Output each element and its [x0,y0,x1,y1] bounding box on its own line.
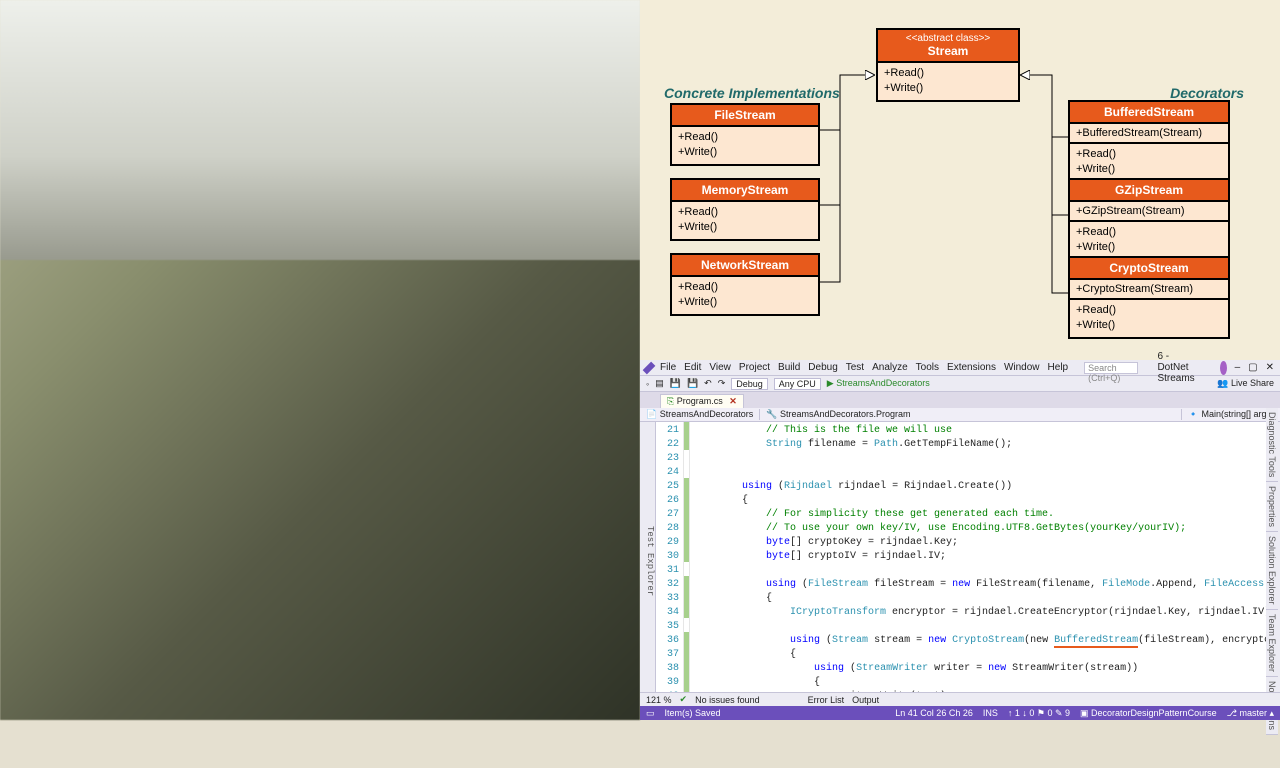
code-line[interactable]: // To use your own key/IV, use Encoding.… [694,522,1280,536]
menu-project[interactable]: Project [739,362,770,373]
status-saved: Item(s) Saved [665,708,721,718]
menu-test[interactable]: Test [846,362,864,373]
editor-tab-bar: ⎘ Program.cs ✕ [640,392,1280,408]
issues-ok-icon: ✔ [680,694,688,705]
uml-abstract-stream: <<abstract class>> Stream +Read()+Write(… [876,28,1020,102]
code-line[interactable] [694,452,1280,466]
live-share-button[interactable]: 👥 Live Share [1217,378,1274,389]
uml-cryptostream: CryptoStream +CryptoStream(Stream) +Read… [1068,256,1230,339]
status-changes[interactable]: ↑ 1 ↓ 0 ⚑ 0 ✎ 9 [1008,708,1070,719]
tab-close-icon[interactable]: ✕ [729,396,737,406]
code-line[interactable]: String filename = Path.GetTempFileName()… [694,438,1280,452]
status-branch[interactable]: ⎇ master ▴ [1227,708,1274,719]
uml-label-left: Concrete Implementations [664,85,840,101]
menu-debug[interactable]: Debug [808,362,837,373]
side-tab-team-explorer[interactable]: Team Explorer [1266,610,1278,677]
uml-gzipstream: GZipStream +GZipStream(Stream) +Read()+W… [1068,178,1230,261]
code-line[interactable]: ICryptoTransform encryptor = rijndael.Cr… [694,606,1280,620]
run-button[interactable]: ▶ StreamsAndDecorators [827,378,930,389]
crumb-namespace[interactable]: 🔧 StreamsAndDecorators.Program [760,409,1181,420]
tab-program-cs[interactable]: ⎘ Program.cs ✕ [660,394,744,408]
nav-breadcrumb: 📄 StreamsAndDecorators 🔧 StreamsAndDecor… [640,408,1280,422]
code-lines[interactable]: // This is the file we will use String f… [690,422,1280,700]
bottom-tab-error-list[interactable]: Error List [808,695,845,705]
vs-menu-bar: File Edit View Project Build Debug Test Analyze… [640,360,1280,376]
code-line[interactable] [694,620,1280,634]
code-line[interactable]: byte[] cryptoIV = rijndael.IV; [694,550,1280,564]
menu-edit[interactable]: Edit [684,362,701,373]
nav-back-icon[interactable]: ◦ [646,379,649,389]
zoom-level[interactable]: 121 % [646,695,672,705]
code-line[interactable]: { [694,676,1280,690]
code-editor[interactable]: Test Explorer 21222324252627282930313233… [640,422,1280,700]
status-ins: INS [983,708,998,718]
save-all-icon[interactable]: 💾 [687,378,698,389]
menu-extensions[interactable]: Extensions [947,362,996,373]
menu-view[interactable]: View [709,362,731,373]
code-line[interactable]: using (Rijndael rijndael = Rijndael.Crea… [694,480,1280,494]
status-repo[interactable]: ▣ DecoratorDesignPatternCourse [1080,708,1217,719]
side-tab-solution-explorer[interactable]: Solution Explorer [1266,532,1278,610]
issues-text[interactable]: No issues found [695,695,760,705]
save-icon[interactable]: 💾 [670,378,681,389]
side-tab-test-explorer[interactable]: Test Explorer [640,422,656,700]
side-tab-diagnostic-tools[interactable]: Diagnostic Tools [1266,408,1278,482]
bottom-tab-output[interactable]: Output [852,695,879,705]
uml-networkstream: NetworkStream +Read()+Write() [670,253,820,316]
editor-footer: 121 % ✔ No issues found Error List Outpu… [640,692,1280,706]
code-line[interactable]: using (FileStream fileStream = new FileS… [694,578,1280,592]
uml-bufferedstream: BufferedStream +BufferedStream(Stream) +… [1068,100,1230,183]
user-avatar-icon[interactable] [1220,361,1227,375]
menu-build[interactable]: Build [778,362,800,373]
vs-search-box[interactable]: Search (Ctrl+Q) [1084,362,1138,374]
minimize-icon[interactable]: – [1235,362,1241,373]
code-line[interactable] [694,466,1280,480]
code-line[interactable] [694,564,1280,578]
new-file-icon[interactable]: ▤ [655,378,664,389]
code-line[interactable]: { [694,592,1280,606]
status-save-icon: ▭ [646,708,655,719]
code-line[interactable]: using (Stream stream = new CryptoStream(… [694,634,1280,648]
uml-methods: +Read()+Write() [878,63,1018,100]
code-line[interactable]: { [694,494,1280,508]
menu-tools[interactable]: Tools [916,362,939,373]
code-line[interactable]: using (StreamWriter writer = new StreamW… [694,662,1280,676]
code-line[interactable]: { [694,648,1280,662]
close-icon[interactable]: ✕ [1266,362,1274,373]
code-line[interactable]: // This is the file we will use [694,424,1280,438]
visual-studio-window: File Edit View Project Build Debug Test Analyze… [640,360,1280,720]
vs-solution-name: 6 - DotNet Streams [1157,351,1200,384]
promo-photo [0,0,640,720]
side-tab-properties[interactable]: Properties [1266,482,1278,532]
menu-window[interactable]: Window [1004,362,1040,373]
uml-class-name: Stream [882,44,1014,58]
code-line[interactable]: // For simplicity these get generated ea… [694,508,1280,522]
uml-diagram: Concrete Implementations Decorators <<ab… [640,0,1280,360]
config-dropdown[interactable]: Debug [731,378,768,390]
menu-help[interactable]: Help [1048,362,1069,373]
uml-filestream: FileStream +Read()+Write() [670,103,820,166]
code-line[interactable]: byte[] cryptoKey = rijndael.Key; [694,536,1280,550]
line-number-gutter: 2122232425262728293031323334353637383940… [656,422,684,700]
menu-file[interactable]: File [660,362,676,373]
maximize-icon[interactable]: ▢ [1248,362,1257,373]
status-caret-pos: Ln 41 Col 26 Ch 26 [895,708,973,718]
csharp-file-icon: ⎘ [667,396,674,406]
redo-icon[interactable]: ↷ [718,378,726,389]
uml-memorystream: MemoryStream +Read()+Write() [670,178,820,241]
menu-analyze[interactable]: Analyze [872,362,908,373]
platform-dropdown[interactable]: Any CPU [774,378,821,390]
vs-status-bar: ▭ Item(s) Saved Ln 41 Col 26 Ch 26 INS ↑… [640,706,1280,720]
tab-label: Program.cs [677,396,723,406]
photo-bg [0,0,640,260]
uml-label-right: Decorators [1170,85,1244,101]
vs-logo-icon [643,361,656,374]
crumb-project[interactable]: 📄 StreamsAndDecorators [640,409,760,420]
undo-icon[interactable]: ↶ [704,378,712,389]
stereotype: <<abstract class>> [882,33,1014,44]
